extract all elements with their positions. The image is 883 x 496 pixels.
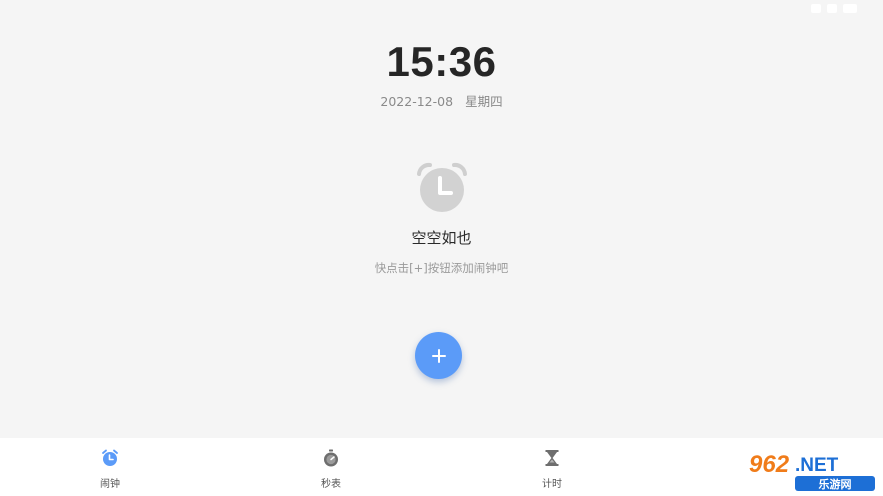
empty-state-hint: 快点击[+]按钮添加闹钟吧: [374, 261, 509, 275]
nav-tab-timer-label: 计时: [542, 479, 562, 490]
wifi-icon: [811, 4, 821, 13]
nav-tab-stopwatch-label: 秒表: [321, 479, 341, 490]
stopwatch-icon: [324, 449, 338, 467]
nav-tab-stopwatch[interactable]: 秒表: [286, 438, 376, 496]
svg-text:.NET: .NET: [795, 455, 839, 476]
plus-icon: [431, 348, 446, 363]
battery-icon: [843, 4, 857, 13]
empty-state-title: 空空如也: [411, 229, 472, 247]
current-date: 2022-12-08: [380, 94, 454, 109]
add-alarm-button[interactable]: [415, 332, 462, 379]
site-watermark-logo: 962 .NET 乐游网: [743, 447, 879, 493]
signal-icon: [827, 4, 837, 13]
status-bar: [793, 0, 883, 18]
hourglass-icon: [545, 450, 559, 466]
current-time: 15:36: [386, 38, 497, 85]
nav-tab-alarm-label: 闹钟: [100, 479, 120, 490]
alarm-icon: [102, 449, 118, 466]
alarm-clock-icon: [417, 162, 467, 212]
current-date-line: 2022-12-08 星期四: [0, 91, 883, 110]
nav-tab-alarm[interactable]: 闹钟: [65, 438, 155, 496]
svg-text:乐游网: 乐游网: [819, 477, 852, 491]
nav-tab-timer[interactable]: 计时: [507, 438, 597, 496]
svg-text:962: 962: [749, 451, 790, 478]
current-weekday: 星期四: [465, 94, 503, 109]
